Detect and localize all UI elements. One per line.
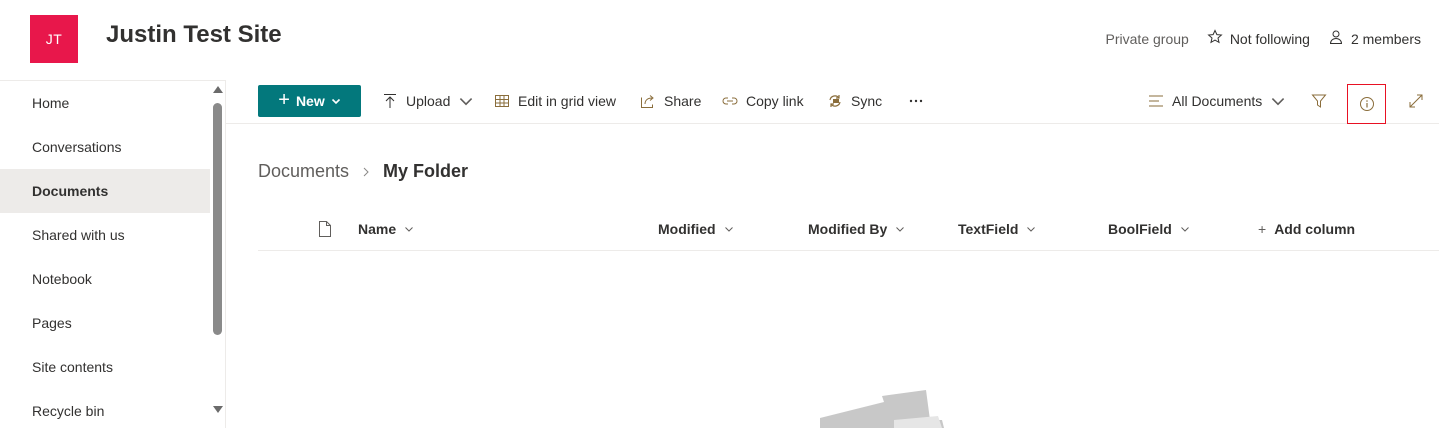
focus-mode-button[interactable] — [1408, 90, 1424, 112]
grid-label: Edit in grid view — [518, 93, 617, 109]
ellipsis-icon — [909, 99, 923, 103]
nav-list: Home Conversations Documents Shared with… — [0, 81, 210, 428]
nav-item-shared-with-us[interactable]: Shared with us — [0, 213, 210, 257]
nav-scrollbar[interactable] — [210, 81, 225, 428]
column-modified-by[interactable]: Modified By — [808, 221, 905, 237]
edit-grid-view-button[interactable]: Edit in grid view — [494, 90, 616, 112]
privacy-label: Private group — [1105, 30, 1189, 47]
person-icon — [1328, 29, 1344, 48]
upload-label: Upload — [406, 93, 451, 109]
info-icon — [1359, 97, 1374, 111]
command-bar: + New Upload Edit in grid view Share Cop… — [226, 78, 1439, 124]
upload-icon — [384, 94, 396, 108]
scroll-up-arrow-icon[interactable] — [213, 86, 223, 93]
members-label: 2 members — [1350, 30, 1421, 47]
link-icon — [722, 97, 738, 105]
members-button[interactable]: 2 members — [1328, 29, 1421, 48]
chevron-down-icon — [1027, 227, 1036, 232]
copy-link-button[interactable]: Copy link — [722, 90, 804, 112]
column-modified[interactable]: Modified — [658, 221, 734, 237]
nav-item-pages[interactable]: Pages — [0, 301, 210, 345]
header-right: Private group Not following 2 members — [1106, 29, 1421, 48]
chevron-down-icon — [331, 98, 340, 105]
nav-item-recycle-bin[interactable]: Recycle bin — [0, 389, 210, 428]
nav-item-documents[interactable]: Documents — [0, 169, 210, 213]
column-name-label: Name — [358, 221, 397, 237]
follow-button[interactable]: Not following — [1207, 29, 1310, 48]
column-name[interactable]: Name — [358, 221, 414, 237]
chevron-down-icon — [724, 227, 733, 232]
chevron-down-icon — [460, 98, 473, 106]
column-textfield-label: TextField — [958, 221, 1019, 237]
star-icon — [1207, 29, 1223, 48]
site-header: JT Justin Test Site Private group Not fo… — [0, 0, 1439, 80]
filter-icon — [1311, 94, 1327, 108]
nav-item-site-contents[interactable]: Site contents — [0, 345, 210, 389]
column-modified-label: Modified — [658, 221, 716, 237]
chevron-down-icon — [1180, 227, 1189, 232]
share-icon — [641, 95, 654, 108]
chevron-right-icon — [363, 167, 369, 176]
add-column-label: Add column — [1274, 221, 1356, 237]
nav-item-notebook[interactable]: Notebook — [0, 257, 210, 301]
list-view-icon — [1149, 95, 1163, 107]
column-textfield[interactable]: TextField — [958, 221, 1036, 237]
column-header-row: Name Modified Modified By TextField Bool… — [258, 209, 1439, 251]
scroll-thumb[interactable] — [213, 103, 222, 335]
sync-button[interactable]: Sync — [827, 90, 882, 112]
new-button[interactable]: + New — [258, 85, 361, 117]
column-modified-by-label: Modified By — [808, 221, 888, 237]
document-icon — [319, 221, 331, 237]
scroll-down-arrow-icon[interactable] — [213, 406, 223, 413]
share-label: Share — [664, 93, 702, 109]
site-logo[interactable]: JT — [30, 15, 78, 63]
copy-link-label: Copy link — [746, 93, 804, 109]
view-label: All Documents — [1172, 93, 1263, 109]
plus-icon: + — [278, 89, 290, 111]
breadcrumb-current-folder: My Folder — [383, 161, 469, 181]
add-column-button[interactable]: + Add column — [1258, 221, 1355, 237]
upload-button[interactable]: Upload — [382, 90, 474, 112]
chevron-down-icon — [896, 227, 905, 232]
share-button[interactable]: Share — [640, 90, 701, 112]
follow-label: Not following — [1229, 30, 1310, 47]
nav-item-conversations[interactable]: Conversations — [0, 125, 210, 169]
column-boolfield-label: BoolField — [1108, 221, 1172, 237]
new-label: New — [295, 93, 325, 109]
chevron-down-icon — [405, 227, 413, 232]
plus-icon: + — [1258, 221, 1267, 237]
breadcrumb: Documents My Folder — [258, 161, 468, 182]
sync-label: Sync — [851, 93, 883, 109]
left-navigation: Home Conversations Documents Shared with… — [0, 80, 226, 428]
site-title[interactable]: Justin Test Site — [106, 21, 282, 49]
nav-item-home[interactable]: Home — [0, 81, 210, 125]
empty-folder-illustration — [820, 390, 944, 428]
chevron-down-icon — [1272, 98, 1285, 106]
more-actions-button[interactable] — [908, 90, 924, 112]
filter-button[interactable] — [1311, 90, 1327, 112]
sync-icon — [829, 95, 841, 107]
file-type-column-header[interactable] — [318, 221, 332, 242]
grid-icon — [495, 95, 509, 107]
column-boolfield[interactable]: BoolField — [1108, 221, 1190, 237]
view-selector[interactable]: All Documents — [1148, 90, 1286, 112]
breadcrumb-documents[interactable]: Documents — [258, 161, 349, 182]
details-pane-button[interactable] — [1347, 84, 1386, 124]
expand-icon — [1409, 94, 1423, 108]
